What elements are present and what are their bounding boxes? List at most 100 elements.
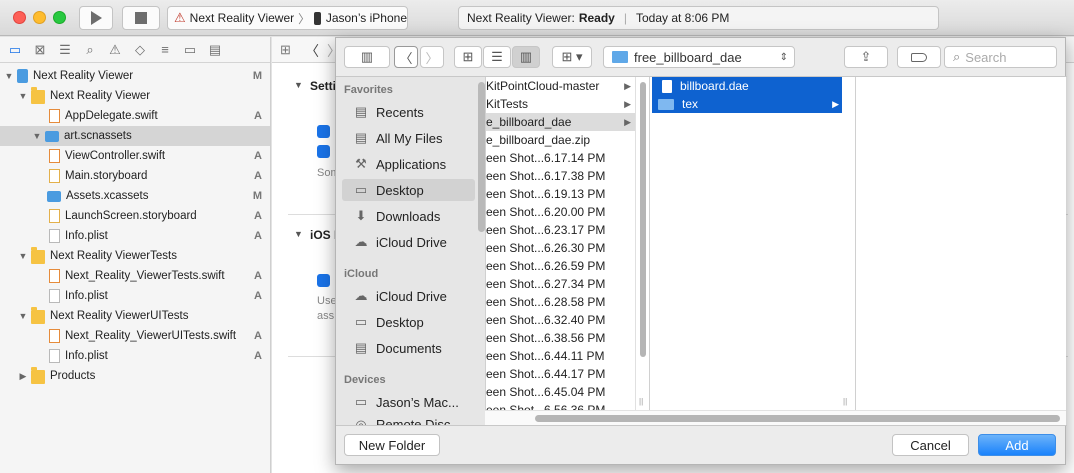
tree-row-file[interactable]: Next_Reality_ViewerUITests.swift A [0, 326, 270, 346]
sidebar-scrollbar[interactable] [478, 82, 485, 232]
tree-row-file[interactable]: ViewController.swift A [0, 146, 270, 166]
share-button[interactable]: ⇪ [844, 46, 888, 68]
checkbox[interactable] [317, 145, 330, 158]
file-row[interactable]: KitTests ▶ [486, 95, 635, 113]
scheme-selector[interactable]: ⚠ Next Reality Viewer 〉 Jason’s iPhone [167, 6, 408, 30]
column-1-scrollbar[interactable] [640, 82, 646, 357]
tag-button[interactable] [897, 46, 941, 68]
back-icon[interactable]: 〈 [305, 41, 319, 61]
warning-icon[interactable]: ⚠ [107, 42, 123, 58]
forward-button[interactable]: 〉 [420, 46, 444, 68]
tree-row-file[interactable]: Main.storyboard A [0, 166, 270, 186]
tree-row-file[interactable]: Info.plist A [0, 346, 270, 366]
sidebar-item-downloads[interactable]: ⬇ Downloads [342, 205, 475, 227]
search-icon[interactable]: ⌕ [82, 42, 98, 58]
file-row[interactable]: KitPointCloud-master ▶ [486, 77, 635, 95]
icon-view-button[interactable]: ⊞ [454, 46, 482, 68]
stop-button[interactable] [122, 6, 160, 30]
search-field[interactable]: ⌕ Search [944, 46, 1057, 68]
file-row[interactable]: een Shot...6.27.34 PM [486, 275, 635, 293]
browser-column-1: KitPointCloud-master ▶ KitTests ▶ e_billbo… [485, 77, 635, 425]
report-icon[interactable]: ▤ [207, 42, 223, 58]
disclosure-open-icon[interactable]: ▼ [18, 91, 28, 101]
arrange-button[interactable]: ⊞ ▾ [552, 46, 592, 68]
sidebar-item-all-my-files[interactable]: ▤ All My Files [342, 127, 475, 149]
horizontal-scrollbar[interactable] [535, 415, 1060, 422]
tree-row-project[interactable]: ▼ Next Reality Viewer M [0, 66, 270, 86]
file-row-selected[interactable]: e_billboard_dae ▶ [486, 113, 635, 131]
tree-row-group[interactable]: ▼ Next Reality ViewerTests [0, 246, 270, 266]
file-row[interactable]: een Shot...6.17.14 PM [486, 149, 635, 167]
disclosure-open-icon[interactable]: ▼ [18, 251, 28, 261]
tree-row-file[interactable]: Info.plist A [0, 286, 270, 306]
breakpoint-icon[interactable]: ▭ [182, 42, 198, 58]
grid-icon[interactable]: ⊞ [280, 42, 291, 58]
sidebar-item-desktop[interactable]: ▭ Desktop [342, 179, 475, 201]
minimize-window-button[interactable] [33, 11, 46, 24]
file-row[interactable]: een Shot...6.26.30 PM [486, 239, 635, 257]
sidebar-item-remote-disc[interactable]: ◎ Remote Disc [342, 417, 475, 425]
file-row[interactable]: een Shot...6.44.17 PM [486, 365, 635, 383]
tree-row-file[interactable]: Assets.xcassets M [0, 186, 270, 206]
sidebar-item-recents[interactable]: ▤ Recents [342, 101, 475, 123]
column-resize-handle[interactable]: || [843, 397, 847, 406]
tree-row-selected[interactable]: ▼ art.scnassets [0, 126, 270, 146]
tree-row-group[interactable]: ▶ Products [0, 366, 270, 386]
column-resize-handle[interactable]: || [639, 397, 643, 406]
tree-row-file[interactable]: AppDelegate.swift A [0, 106, 270, 126]
sidebar-toggle-button[interactable]: ▥ [344, 46, 390, 68]
sidebar-item-documents[interactable]: ▤ Documents [342, 337, 475, 359]
file-row[interactable]: een Shot...6.19.13 PM [486, 185, 635, 203]
tree-row-group[interactable]: ▼ Next Reality ViewerUITests [0, 306, 270, 326]
chevron-right-icon: ▶ [624, 98, 631, 109]
file-row[interactable]: een Shot...6.23.17 PM [486, 221, 635, 239]
file-name: KitPointCloud-master [486, 79, 600, 93]
tree-label: LaunchScreen.storyboard [65, 210, 197, 222]
sidebar-item-mac[interactable]: ▭ Jason’s Mac... [342, 391, 475, 413]
cancel-button[interactable]: Cancel [892, 434, 969, 456]
tree-row-group[interactable]: ▼ Next Reality Viewer [0, 86, 270, 106]
file-row-selected[interactable]: billboard.dae [652, 77, 842, 95]
checkbox[interactable] [317, 125, 330, 138]
file-row[interactable]: een Shot...6.44.11 PM [486, 347, 635, 365]
symbol-icon[interactable]: ☰ [57, 42, 73, 58]
debug-icon[interactable]: ≡ [157, 42, 173, 58]
file-row[interactable]: een Shot...6.38.56 PM [486, 329, 635, 347]
test-icon[interactable]: ◇ [132, 42, 148, 58]
path-popup[interactable]: free_billboard_dae ⇕ [603, 46, 795, 68]
file-row[interactable]: een Shot...6.20.00 PM [486, 203, 635, 221]
new-folder-button[interactable]: New Folder [344, 434, 440, 456]
file-row[interactable]: een Shot...6.45.04 PM [486, 383, 635, 401]
disclosure-open-icon[interactable]: ▼ [32, 131, 42, 141]
disclosure-closed-icon[interactable]: ▶ [18, 371, 28, 382]
tree-row-file[interactable]: LaunchScreen.storyboard A [0, 206, 270, 226]
disclosure-open-icon[interactable]: ▼ [294, 229, 303, 239]
close-window-button[interactable] [13, 11, 26, 24]
folder-icon[interactable]: ▭ [7, 42, 23, 58]
file-row[interactable]: een Shot...6.26.59 PM [486, 257, 635, 275]
sidebar-item-icloud-drive[interactable]: ☁ iCloud Drive [342, 231, 475, 253]
file-row[interactable]: e_billboard_dae.zip [486, 131, 635, 149]
file-row[interactable]: een Shot...6.32.40 PM [486, 311, 635, 329]
disclosure-open-icon[interactable]: ▼ [294, 80, 303, 90]
checkbox[interactable] [317, 274, 330, 287]
disclosure-open-icon[interactable]: ▼ [18, 311, 28, 321]
disclosure-open-icon[interactable]: ▼ [4, 71, 14, 81]
run-button[interactable] [79, 6, 113, 30]
file-row[interactable]: een Shot...6.28.58 PM [486, 293, 635, 311]
file-row[interactable]: een Shot...6.17.38 PM [486, 167, 635, 185]
source-control-icon[interactable]: ⊠ [32, 42, 48, 58]
add-button[interactable]: Add [978, 434, 1056, 456]
list-view-button[interactable]: ☰ [483, 46, 511, 68]
column-view-button[interactable]: ▥ [512, 46, 540, 68]
sidebar-item-applications[interactable]: ⚒ Applications [342, 153, 475, 175]
scm-badge: A [254, 330, 262, 342]
sidebar-item-icloud-desktop[interactable]: ▭ Desktop [342, 311, 475, 333]
sidebar-item-icloud-drive[interactable]: ☁ iCloud Drive [342, 285, 475, 307]
tree-row-file[interactable]: Next_Reality_ViewerTests.swift A [0, 266, 270, 286]
folder-row-selected[interactable]: tex ▶ [652, 95, 842, 113]
tree-row-file[interactable]: Info.plist A [0, 226, 270, 246]
swift-file-icon [49, 109, 60, 123]
zoom-window-button[interactable] [53, 11, 66, 24]
back-button[interactable]: 〈 [394, 46, 418, 68]
